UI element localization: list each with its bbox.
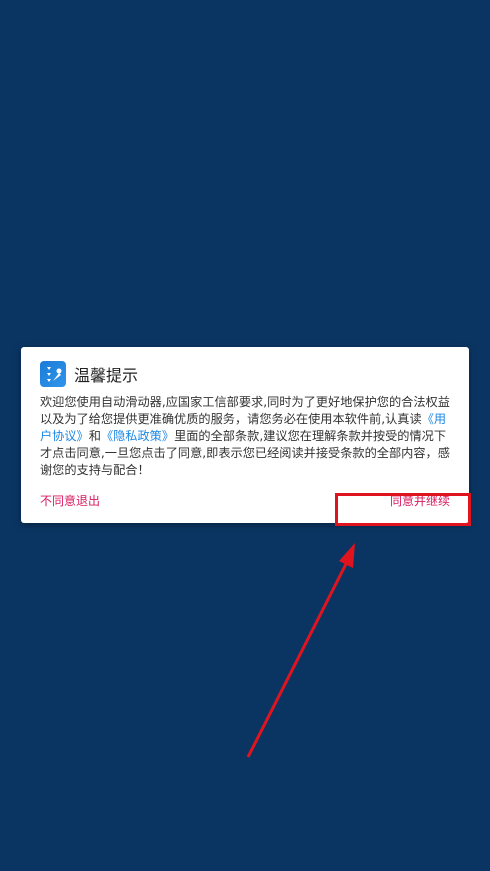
arrow-shaft bbox=[246, 559, 350, 758]
annotation-arrow bbox=[246, 543, 355, 758]
arrow-head bbox=[339, 543, 355, 568]
